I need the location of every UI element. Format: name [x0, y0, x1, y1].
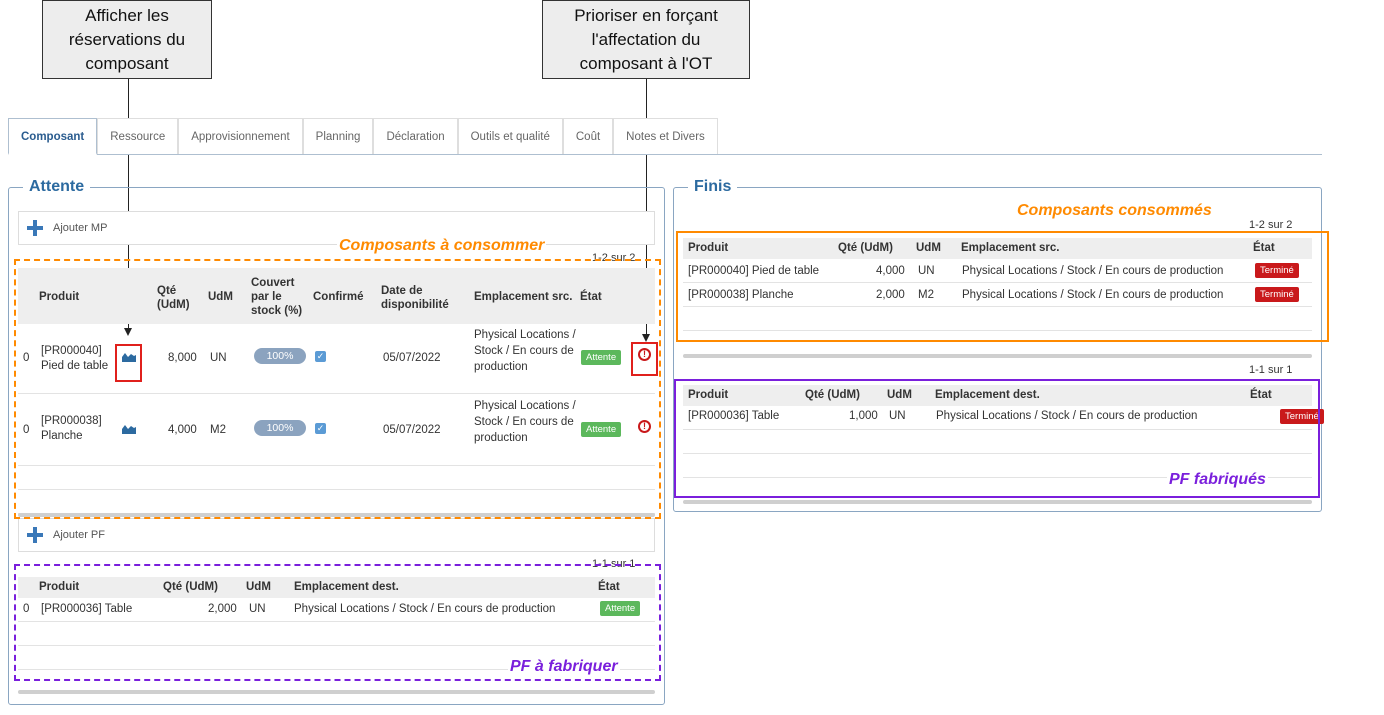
- plus-icon: [27, 220, 43, 236]
- attente-title: Attente: [29, 178, 85, 195]
- callout-reservations-line2: réservations du: [68, 29, 186, 49]
- callout-prioritize-line3: composant à l'OT: [579, 53, 713, 73]
- tab-notes-divers[interactable]: Notes et Divers: [613, 118, 718, 154]
- annotation-box-consumed: [676, 231, 1329, 342]
- tab-composant[interactable]: Composant: [8, 118, 98, 155]
- add-mp-label: Ajouter MP: [53, 222, 108, 234]
- callout-prioritize-line2: l'affectation du: [591, 29, 701, 49]
- annotation-to-consume: Composants à consommer: [337, 237, 547, 255]
- callout-prioritize-line1: Prioriser en forçant: [574, 5, 718, 25]
- tab-declaration[interactable]: Déclaration: [373, 118, 458, 154]
- add-pf-label: Ajouter PF: [53, 529, 105, 541]
- annotation-made: PF fabriqués: [1167, 471, 1268, 489]
- annotation-consumed: Composants consommés: [1015, 202, 1214, 220]
- callout-reservations-line3: composant: [85, 53, 169, 73]
- tab-bar: Composant Ressource Approvisionnement Pl…: [8, 118, 1322, 155]
- plus-icon: [27, 527, 43, 543]
- callout-reservations: Afficher les réservations du composant: [42, 0, 212, 79]
- tab-approvisionnement[interactable]: Approvisionnement: [178, 118, 303, 154]
- tab-ressource[interactable]: Ressource: [97, 118, 179, 154]
- consumed-scrollbar[interactable]: [683, 354, 1312, 358]
- tab-planning[interactable]: Planning: [302, 118, 374, 154]
- callout-reservations-line1: Afficher les: [85, 5, 169, 25]
- annotation-box-to-consume: [14, 259, 661, 519]
- consumed-counter: 1-2 sur 2: [1249, 219, 1293, 231]
- tab-cout[interactable]: Coût: [562, 118, 614, 154]
- produced-counter: 1-1 sur 1: [1249, 364, 1293, 376]
- products-scrollbar[interactable]: [18, 690, 655, 694]
- add-pf-button[interactable]: Ajouter PF: [18, 518, 655, 552]
- annotation-to-make: PF à fabriquer: [508, 658, 620, 676]
- tab-outils-qualite[interactable]: Outils et qualité: [457, 118, 563, 154]
- produced-scrollbar[interactable]: [683, 500, 1312, 504]
- callout-prioritize: Prioriser en forçant l'affectation du co…: [542, 0, 750, 79]
- finis-title: Finis: [694, 178, 732, 195]
